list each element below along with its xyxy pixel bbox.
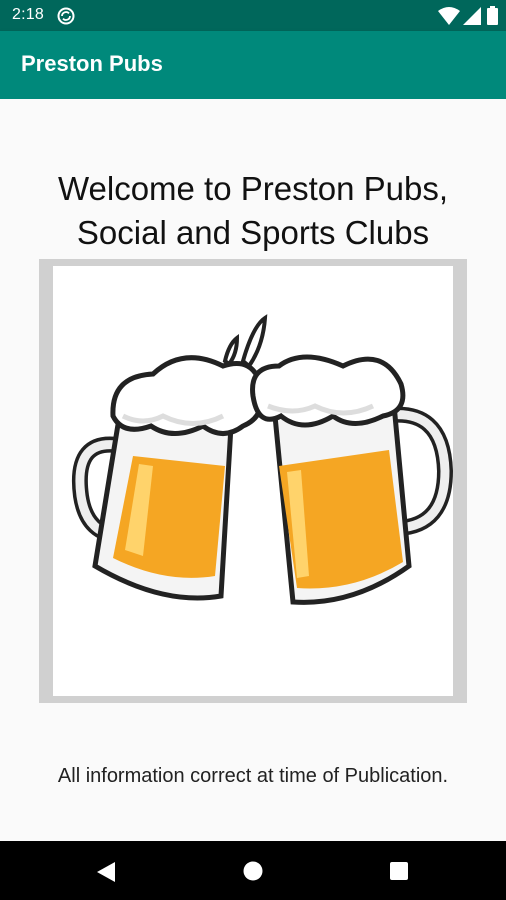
signal-icon: [463, 7, 481, 25]
app-title: Preston Pubs: [21, 51, 163, 76]
beer-mugs-illustration: [71, 314, 454, 605]
main-content: Welcome to Preston Pubs, Social and Spor…: [0, 99, 506, 841]
image-frame: [39, 259, 467, 703]
sync-icon: [57, 7, 75, 25]
welcome-line-2: Social and Sports Clubs: [76, 214, 430, 251]
disclaimer-text: All information correct at time of Publi…: [57, 765, 449, 787]
status-time: 2:18: [12, 6, 44, 23]
beer-mugs-image: [53, 266, 454, 696]
navigation-bar: [0, 841, 506, 900]
back-icon[interactable]: [96, 861, 116, 883]
welcome-line-1: Welcome to Preston Pubs,: [57, 170, 449, 207]
home-icon[interactable]: [243, 861, 263, 881]
battery-icon: [487, 6, 498, 25]
wifi-icon: [438, 7, 460, 25]
app-bar: Preston Pubs: [0, 31, 506, 99]
status-bar: 2:18: [0, 0, 506, 31]
recents-icon[interactable]: [390, 862, 408, 880]
welcome-heading: Welcome to Preston Pubs, Social and Spor…: [0, 167, 506, 255]
